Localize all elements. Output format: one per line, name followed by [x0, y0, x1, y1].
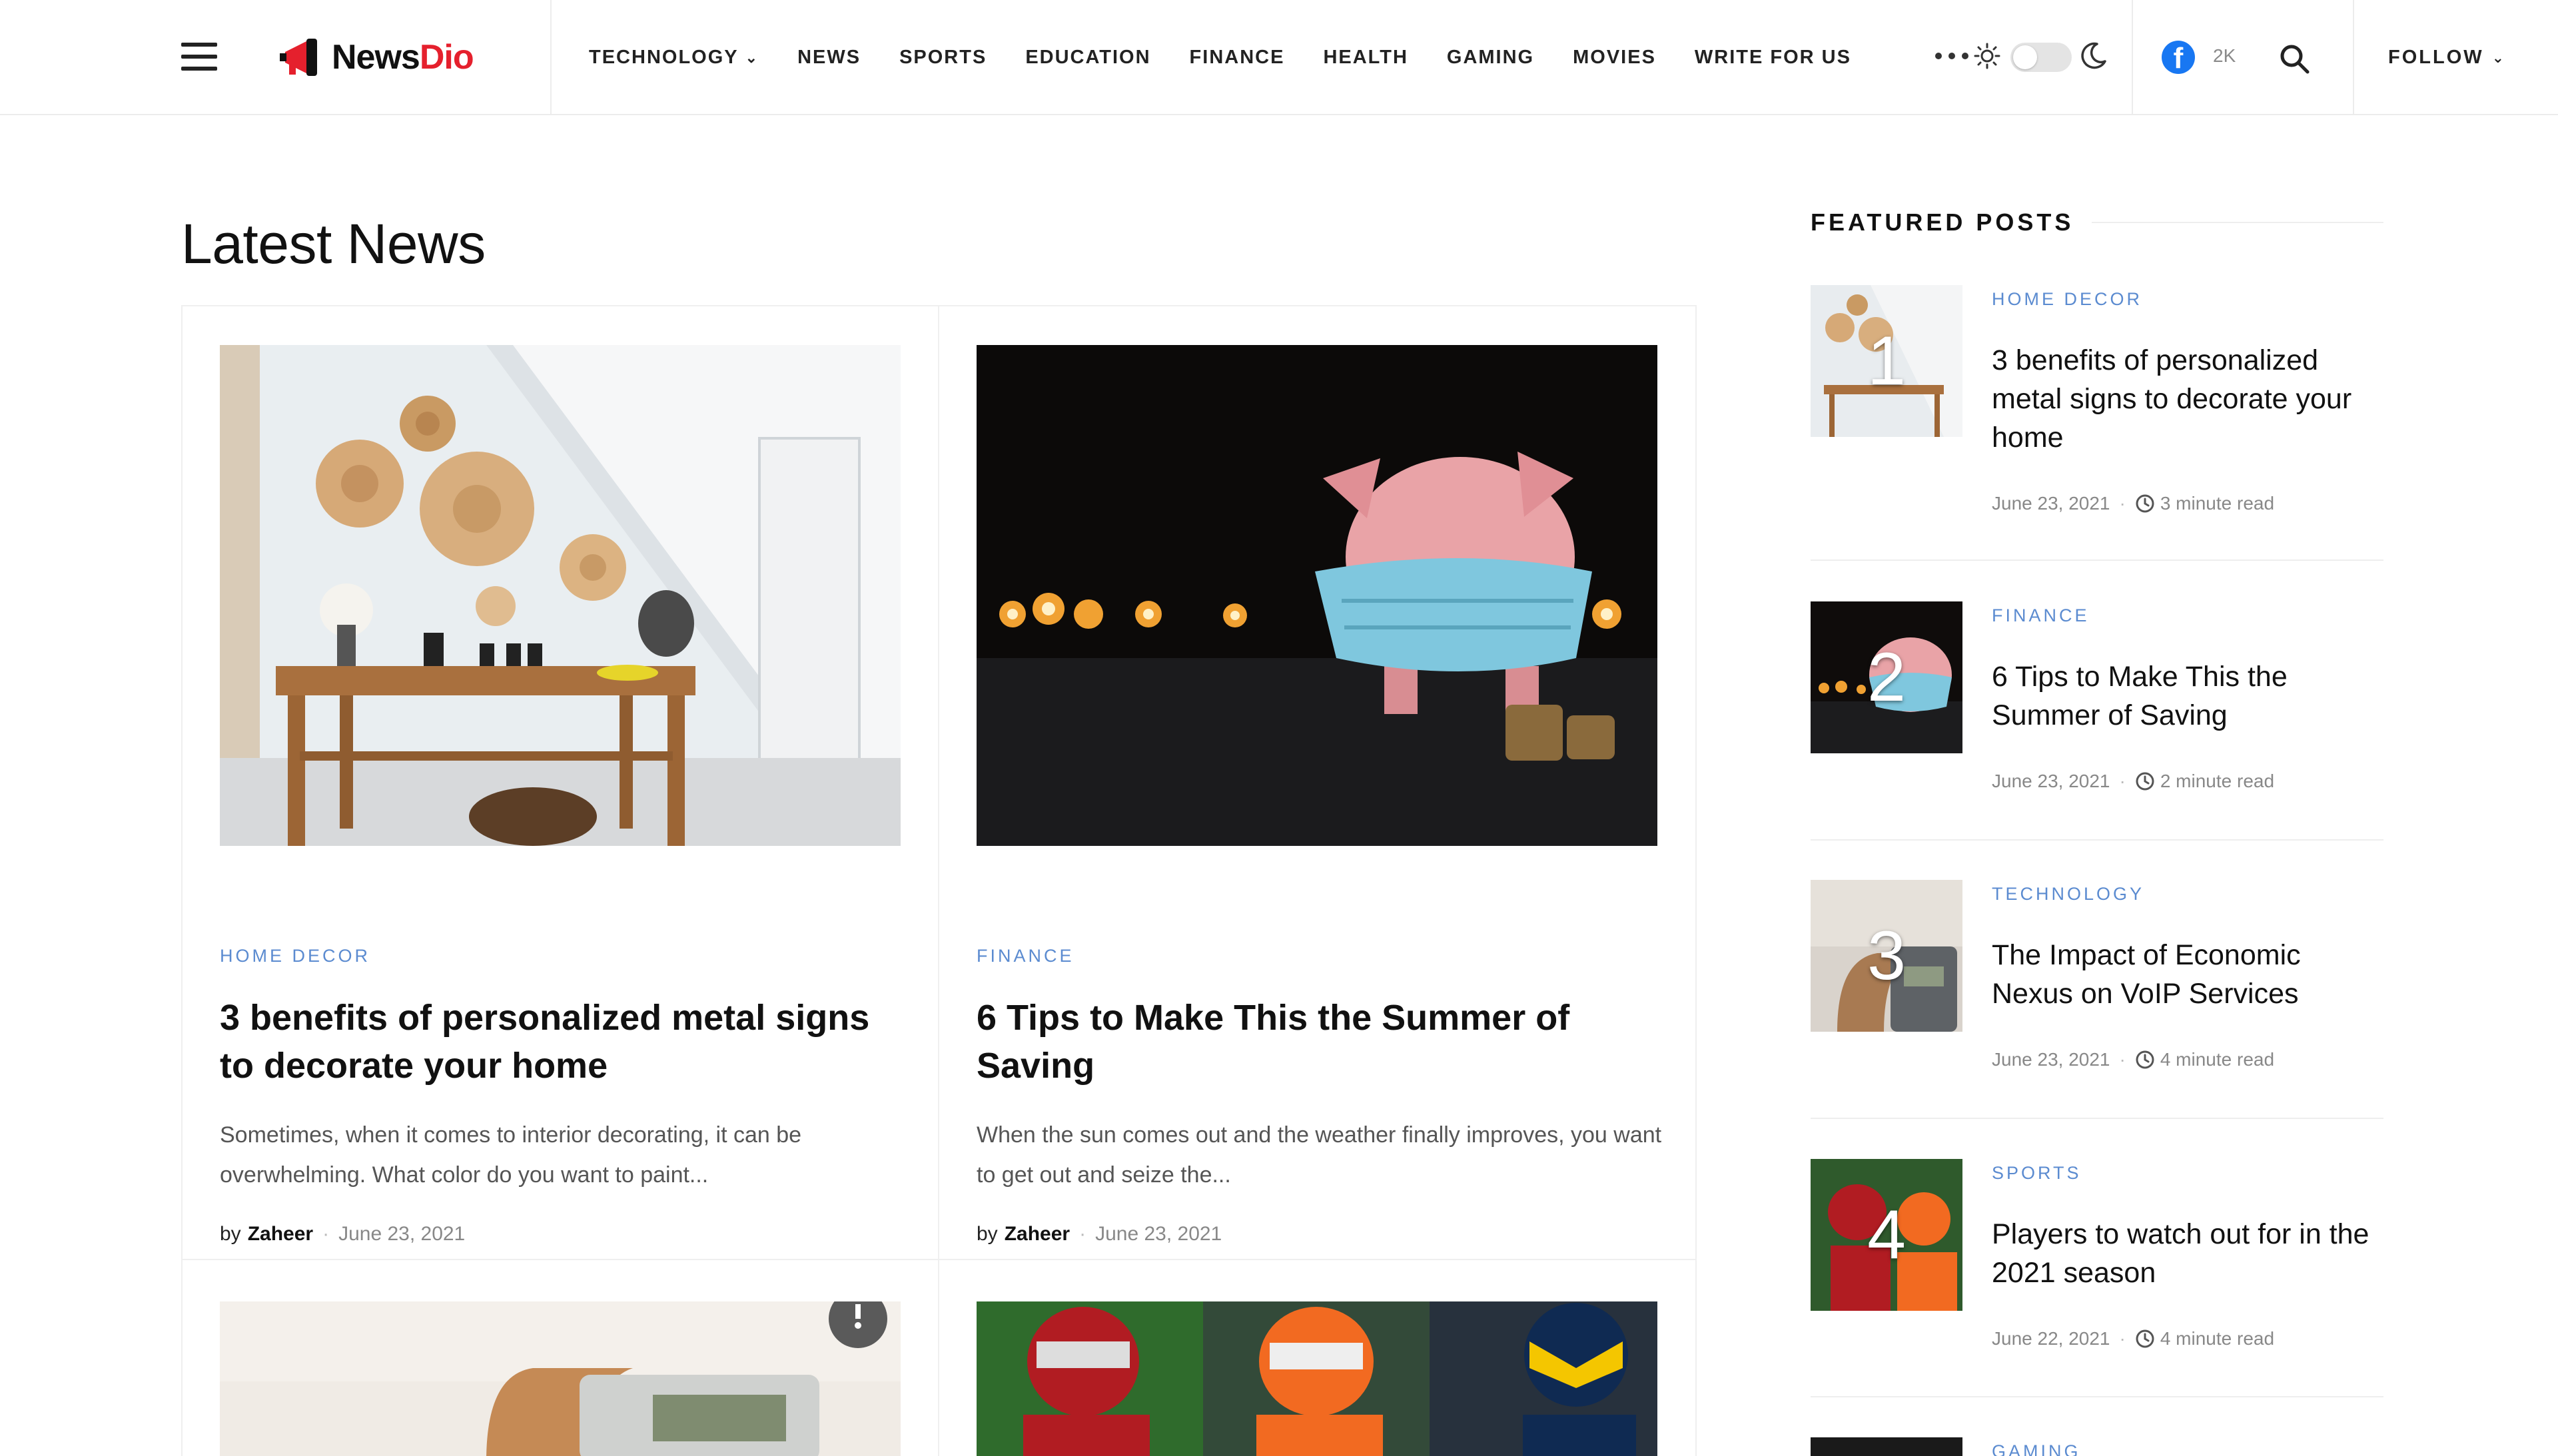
clock-icon: [2136, 494, 2154, 513]
facebook-icon[interactable]: f: [2162, 41, 2195, 75]
featured-post-thumbnail[interactable]: [1811, 1437, 1962, 1456]
article-date: June 23, 2021: [1095, 1223, 1222, 1245]
clock-icon: [2136, 772, 2154, 791]
featured-post-thumbnail[interactable]: 1: [1811, 285, 1962, 437]
featured-post-meta: June 23, 2021 · 4 minute read: [1992, 1049, 2275, 1070]
follow-dropdown[interactable]: FOLLOW ⌄: [2388, 47, 2506, 69]
article-title[interactable]: 3 benefits of personalized metal signs t…: [220, 994, 906, 1090]
featured-post-date: June 23, 2021: [1992, 493, 2110, 514]
featured-post-title[interactable]: The Impact of Economic Nexus on VoIP Ser…: [1992, 936, 2385, 1013]
article-image-home-decor[interactable]: [220, 345, 901, 846]
dark-mode-toggle[interactable]: [2010, 43, 2072, 72]
featured-post-date: June 23, 2021: [1992, 771, 2110, 791]
nav-item-sports[interactable]: SPORTS: [899, 47, 987, 69]
featured-post: GAMING: [1811, 1437, 2383, 1456]
featured-post-thumbnail[interactable]: 4: [1811, 1159, 1962, 1311]
facebook-follower-count: 2K: [2213, 45, 2236, 66]
section-title: Latest News: [181, 212, 486, 275]
clock-icon: [2136, 1050, 2154, 1069]
nav-item-education[interactable]: EDUCATION: [1025, 47, 1150, 69]
featured-post-meta: June 23, 2021 · 3 minute read: [1992, 493, 2275, 514]
featured-post-read-time: 3 minute read: [2160, 493, 2275, 514]
article-author[interactable]: Zaheer: [1005, 1223, 1070, 1246]
search-icon[interactable]: [2278, 43, 2310, 75]
featured-divider: [1811, 1396, 2383, 1397]
chevron-down-icon: ⌄: [2491, 49, 2507, 66]
main-nav: TECHNOLOGY ⌄ NEWS SPORTS EDUCATION FINANC…: [589, 0, 1890, 115]
featured-divider: [1811, 1118, 2383, 1119]
grid-divider: [938, 306, 939, 1456]
more-dots-icon[interactable]: [1935, 49, 1968, 63]
article-meta: by Zaheer · June 23, 2021: [977, 1223, 1222, 1246]
article-image-technology[interactable]: [220, 1301, 901, 1456]
featured-post-meta: June 22, 2021 · 4 minute read: [1992, 1328, 2275, 1349]
featured-post-number: 4: [1867, 1196, 1906, 1274]
nav-item-health[interactable]: HEALTH: [1323, 47, 1408, 69]
featured-post-category[interactable]: GAMING: [1992, 1441, 2081, 1456]
featured-post-thumbnail[interactable]: 2: [1811, 601, 1962, 753]
featured-post-category[interactable]: TECHNOLOGY: [1992, 884, 2144, 905]
featured-post-thumbnail[interactable]: 3: [1811, 880, 1962, 1032]
featured-post-title[interactable]: 3 benefits of personalized metal signs t…: [1992, 341, 2385, 457]
nav-item-finance[interactable]: FINANCE: [1190, 47, 1285, 69]
chevron-down-icon: ⌄: [745, 49, 759, 66]
featured-posts-heading: FEATURED POSTS: [1811, 208, 2074, 236]
article-title[interactable]: 6 Tips to Make This the Summer of Saving: [977, 994, 1663, 1090]
header-divider: [2353, 0, 2354, 115]
featured-post-date: June 23, 2021: [1992, 1049, 2110, 1070]
megaphone-logo-icon: [280, 39, 317, 76]
featured-divider: [1811, 559, 2383, 561]
site-logo[interactable]: NewsDio: [280, 31, 474, 84]
latest-news-grid: HOME DECOR 3 benefits of personalized me…: [181, 305, 1697, 1456]
featured-post-category[interactable]: HOME DECOR: [1992, 289, 2142, 310]
toggle-knob: [2013, 45, 2037, 69]
nav-item-write-for-us[interactable]: WRITE FOR US: [1695, 47, 1851, 69]
header-divider: [550, 0, 552, 115]
featured-post-number: 2: [1867, 638, 1906, 716]
moon-icon: [2081, 42, 2106, 69]
featured-post-number: 3: [1867, 916, 1906, 994]
featured-post-read-time: 2 minute read: [2160, 771, 2275, 791]
article-excerpt: Sometimes, when it comes to interior dec…: [220, 1122, 802, 1188]
featured-post-title[interactable]: Players to watch out for in the 2021 sea…: [1992, 1215, 2385, 1292]
article-image-sports[interactable]: [977, 1301, 1657, 1456]
site-header: NewsDio TECHNOLOGY ⌄ NEWS SPORTS EDUCATIO…: [0, 0, 2558, 115]
heading-rule: [2092, 222, 2383, 223]
menu-icon[interactable]: [181, 43, 217, 71]
header-divider: [2132, 0, 2133, 115]
article-category[interactable]: FINANCE: [977, 946, 1074, 966]
nav-item-technology[interactable]: TECHNOLOGY ⌄: [589, 47, 759, 69]
article-category[interactable]: HOME DECOR: [220, 946, 370, 966]
featured-post-meta: June 23, 2021 · 2 minute read: [1992, 771, 2275, 791]
featured-post-category[interactable]: FINANCE: [1992, 605, 2090, 626]
featured-post-category[interactable]: SPORTS: [1992, 1163, 2082, 1184]
featured-post-read-time: 4 minute read: [2160, 1049, 2275, 1070]
logo-text: NewsDio: [332, 38, 474, 77]
article-excerpt: When the sun comes out and the weather f…: [977, 1122, 1662, 1188]
grid-divider: [183, 1259, 1695, 1260]
article-image-finance[interactable]: [977, 345, 1657, 846]
nav-item-news[interactable]: NEWS: [797, 47, 861, 69]
featured-post-title[interactable]: 6 Tips to Make This the Summer of Saving: [1992, 657, 2385, 735]
featured-post-read-time: 4 minute read: [2160, 1328, 2275, 1349]
featured-divider: [1811, 839, 2383, 841]
article-date: June 23, 2021: [338, 1223, 466, 1245]
clock-icon: [2136, 1329, 2154, 1348]
nav-item-movies[interactable]: MOVIES: [1573, 47, 1656, 69]
article-author[interactable]: Zaheer: [248, 1223, 313, 1246]
article-meta: by Zaheer · June 23, 2021: [220, 1223, 466, 1246]
featured-post-date: June 22, 2021: [1992, 1328, 2110, 1349]
sun-icon: [1974, 43, 2000, 69]
featured-post-number: 1: [1867, 322, 1906, 400]
nav-item-gaming[interactable]: GAMING: [1447, 47, 1534, 69]
